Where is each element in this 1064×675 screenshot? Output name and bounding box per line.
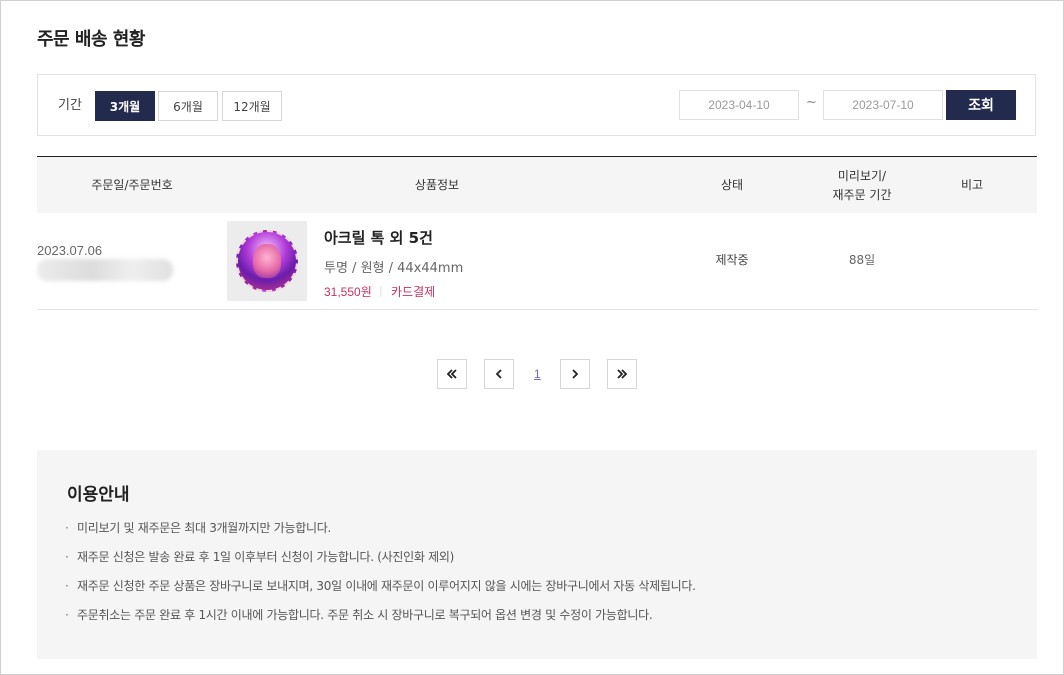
header-product: 상품정보 (414, 178, 460, 192)
guide-item: 재주문 신청은 발송 완료 후 1일 이후부터 신청이 가능합니다. (사진인화… (65, 549, 696, 578)
header-note: 비고 (960, 178, 984, 192)
header-preview-line1: 미리보기/ (837, 168, 887, 183)
double-chevron-right-icon (617, 369, 628, 379)
header-preview-line2: 재주문 기간 (832, 187, 892, 202)
period-6months-button[interactable]: 6개월 (158, 91, 218, 121)
last-page-button[interactable] (607, 359, 637, 389)
next-page-button[interactable] (560, 359, 590, 389)
table-header: 주문일/주문번호 상품정보 상태 미리보기/ 재주문 기간 비고 (37, 156, 1037, 213)
guide-list: 미리보기 및 재주문은 최대 3개월까지만 가능합니다. 재주문 신청은 발송 … (65, 520, 696, 636)
order-status: 제작중 (715, 253, 749, 267)
usage-guide: 이용안내 미리보기 및 재주문은 최대 3개월까지만 가능합니다. 재주문 신청… (37, 450, 1037, 659)
price-divider: | (379, 284, 383, 297)
end-date-input[interactable] (823, 90, 943, 120)
chevron-right-icon (572, 369, 579, 379)
period-3months-button[interactable]: 3개월 (95, 91, 155, 121)
chevron-left-icon (495, 369, 502, 379)
header-status: 상태 (720, 178, 744, 192)
header-preview-period: 미리보기/ 재주문 기간 (797, 157, 927, 214)
reorder-period: 88일 (848, 253, 876, 267)
period-12months-button[interactable]: 12개월 (222, 91, 282, 121)
period-filter: 기간 3개월 6개월 12개월 ~ 조회 (37, 74, 1036, 136)
header-order: 주문일/주문번호 (91, 178, 173, 192)
product-name-link[interactable]: 아크릴 톡 외 5건 (324, 227, 433, 248)
period-label: 기간 (58, 98, 82, 113)
first-page-button[interactable] (437, 359, 467, 389)
start-date-input[interactable] (679, 90, 799, 120)
page-frame: 주문 배송 현황 기간 3개월 6개월 12개월 ~ 조회 주문일/주문번호 상… (0, 0, 1064, 675)
table-row[interactable]: 2023.07.06 아크릴 톡 외 5건 투명 / 원형 / 44x44mm … (37, 213, 1037, 310)
page-number-1[interactable]: 1 (534, 367, 541, 381)
order-table: 주문일/주문번호 상품정보 상태 미리보기/ 재주문 기간 비고 2023.07… (37, 156, 1037, 310)
order-number-blurred (37, 259, 173, 281)
guide-item: 재주문 신청한 주문 상품은 장바구니로 보내지며, 30일 이내에 재주문이 … (65, 578, 696, 607)
prev-page-button[interactable] (484, 359, 514, 389)
guide-item: 주문취소는 주문 완료 후 1시간 이내에 가능합니다. 주문 취소 시 장바구… (65, 607, 696, 636)
thumbnail-figure (253, 244, 281, 278)
search-button[interactable]: 조회 (946, 90, 1016, 120)
double-chevron-left-icon (446, 369, 457, 379)
product-thumbnail[interactable] (227, 221, 307, 301)
product-price: 31,550원 (324, 285, 372, 299)
guide-title: 이용안내 (67, 485, 130, 505)
payment-method: 카드결제 (391, 285, 436, 299)
order-date: 2023.07.06 (37, 243, 103, 258)
guide-item: 미리보기 및 재주문은 최대 3개월까지만 가능합니다. (65, 520, 696, 549)
product-options: 투명 / 원형 / 44x44mm (324, 261, 464, 276)
date-range-separator: ~ (806, 95, 817, 110)
page-title: 주문 배송 현황 (37, 29, 145, 50)
acrylic-talk-image (236, 230, 298, 292)
